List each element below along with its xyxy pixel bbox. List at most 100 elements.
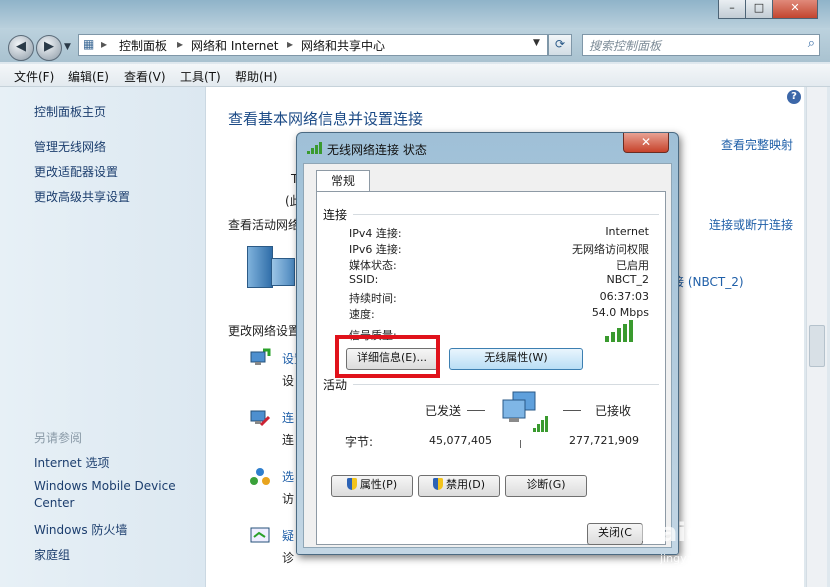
disable-button-label: 禁用(D): [445, 478, 486, 491]
refresh-button[interactable]: ⟳: [548, 34, 572, 56]
properties-button-label: 属性(P): [359, 478, 398, 491]
control-panel-window: – □ ✕ ◀ ▶ ▼ ▦ ▸ 控制面板 ▸ 网络和 Internet ▸ 网络…: [0, 0, 830, 587]
speed-label: 速度:: [349, 308, 375, 321]
troubleshoot-link[interactable]: 疑: [282, 527, 294, 544]
sidebar-item-firewall[interactable]: Windows 防火墙: [34, 521, 127, 538]
ssid-row: SSID: NBCT_2: [349, 273, 649, 289]
sidebar-item-internet-options[interactable]: Internet 选项: [34, 454, 109, 471]
setup-network-icon: [249, 348, 271, 370]
search-input[interactable]: 搜索控制面板 ⌕: [582, 34, 820, 56]
breadcrumb-separator-icon[interactable]: ▸: [101, 37, 107, 51]
maximize-button[interactable]: □: [745, 0, 773, 19]
network-building-icon-2: [271, 258, 295, 286]
troubleshoot-icon: [249, 525, 271, 547]
scrollbar-thumb[interactable]: [809, 325, 825, 367]
tab-general[interactable]: 常规: [316, 170, 370, 193]
connect-network-link[interactable]: 连: [282, 409, 294, 426]
menu-tools[interactable]: 工具(T): [180, 68, 221, 85]
control-panel-icon: ▦: [83, 37, 95, 51]
ipv4-label: IPv4 连接:: [349, 227, 402, 240]
divider: [563, 410, 581, 411]
menu-edit[interactable]: 编辑(E): [68, 68, 109, 85]
dialog-title: 无线网络连接 状态: [327, 143, 427, 157]
bytes-label: 字节:: [345, 435, 374, 449]
sidebar-item-control-panel-home[interactable]: 控制面板主页: [34, 103, 106, 120]
connect-network-icon: [249, 407, 271, 429]
text-fragment: 诊: [282, 551, 295, 565]
homegroup-icon: [249, 466, 271, 488]
breadcrumb-network-sharing-center[interactable]: 网络和共享中心: [301, 37, 385, 54]
duration-label: 持续时间:: [349, 292, 397, 305]
breadcrumb-network-internet[interactable]: 网络和 Internet: [191, 37, 278, 54]
sidebar-item-adapter-settings[interactable]: 更改适配器设置: [34, 163, 118, 180]
see-also-header: 另请参阅: [34, 431, 83, 445]
forward-button[interactable]: ▶: [36, 35, 62, 61]
text-fragment: 设: [282, 374, 295, 388]
disable-button[interactable]: 禁用(D): [418, 475, 500, 497]
ssid-label: SSID:: [349, 273, 379, 286]
window-titlebar[interactable]: – □ ✕: [0, 0, 830, 28]
connection-section-header: 连接: [323, 208, 348, 222]
uac-shield-icon: [432, 478, 443, 490]
highlight-box: [335, 335, 440, 378]
connect-disconnect-link[interactable]: 连接或断开连接: [709, 216, 793, 233]
media-state-row: 媒体状态: 已启用: [349, 257, 649, 273]
search-icon[interactable]: ⌕: [808, 36, 815, 51]
media-state-value: 已启用: [616, 259, 649, 272]
dialog-close-bottom-button[interactable]: 关闭(C: [587, 523, 643, 545]
divider: [520, 440, 521, 448]
properties-button[interactable]: 属性(P): [331, 475, 413, 497]
divider: [353, 214, 659, 215]
divider: [467, 410, 485, 411]
bytes-sent-value: 45,077,405: [429, 434, 492, 447]
signal-icon: [307, 142, 323, 154]
menu-view[interactable]: 查看(V): [124, 68, 166, 85]
breadcrumb-separator-icon[interactable]: ▸: [287, 37, 293, 51]
recent-pages-chevron-icon[interactable]: ▼: [64, 42, 71, 52]
network-name-link[interactable]: 接 (NBCT_2): [672, 273, 744, 290]
ipv4-row: IPv4 连接: Internet: [349, 225, 649, 241]
uac-shield-icon: [346, 478, 357, 490]
menu-help[interactable]: 帮助(H): [235, 68, 277, 85]
baidu-watermark-url: jingyan.baidu.com: [660, 552, 762, 565]
address-dropdown-icon[interactable]: ▼: [533, 38, 540, 48]
sidebar: 控制面板主页 管理无线网络 更改适配器设置 更改高级共享设置 另请参阅 Inte…: [0, 87, 206, 587]
duration-row: 持续时间: 06:37:03: [349, 290, 649, 306]
breadcrumb-control-panel[interactable]: 控制面板: [119, 37, 167, 54]
breadcrumb-separator-icon[interactable]: ▸: [177, 37, 183, 51]
full-map-link[interactable]: 查看完整映射: [721, 136, 793, 153]
close-button[interactable]: ✕: [772, 0, 818, 19]
dialog-close-button[interactable]: ✕: [623, 133, 669, 153]
sidebar-item-windows-mobile[interactable]: Windows Mobile Device: [34, 479, 176, 493]
duration-value: 06:37:03: [599, 290, 649, 303]
ipv4-value: Internet: [605, 225, 649, 238]
sidebar-item-homegroup[interactable]: 家庭组: [34, 546, 70, 563]
change-settings-heading: 更改网络设置: [228, 324, 301, 338]
text-fragment: 连: [282, 433, 295, 447]
diagnose-button[interactable]: 诊断(G): [505, 475, 587, 497]
address-bar[interactable]: ▦ ▸ 控制面板 ▸ 网络和 Internet ▸ 网络和共享中心 ▼: [78, 34, 548, 56]
sidebar-item-advanced-sharing[interactable]: 更改高级共享设置: [34, 188, 130, 205]
ipv6-label: IPv6 连接:: [349, 243, 402, 256]
ipv6-row: IPv6 连接: 无网络访问权限: [349, 241, 649, 257]
active-networks-heading: 查看活动网络: [228, 218, 301, 232]
sidebar-item-manage-wireless[interactable]: 管理无线网络: [34, 138, 106, 155]
search-placeholder: 搜索控制面板: [589, 39, 662, 53]
ssid-value: NBCT_2: [606, 273, 649, 286]
menu-file[interactable]: 文件(F): [14, 68, 54, 85]
text-fragment: 访: [282, 492, 295, 506]
back-button[interactable]: ◀: [8, 35, 34, 61]
bytes-received-value: 277,721,909: [569, 434, 639, 447]
speed-value: 54.0 Mbps: [591, 306, 649, 319]
minimize-button[interactable]: –: [718, 0, 746, 19]
sent-label: 已发送: [425, 404, 462, 418]
help-icon[interactable]: ?: [787, 90, 801, 104]
sidebar-item-windows-mobile-center[interactable]: Center: [34, 496, 74, 510]
speed-row: 速度: 54.0 Mbps: [349, 306, 649, 322]
scrollbar[interactable]: [806, 87, 827, 587]
homegroup-link[interactable]: 选: [282, 468, 294, 485]
baidu-watermark: Baidu 经验: [640, 518, 785, 548]
wireless-properties-button[interactable]: 无线属性(W): [449, 348, 583, 370]
signal-quality-icon: [605, 320, 637, 342]
page-title: 查看基本网络信息并设置连接: [228, 110, 424, 128]
